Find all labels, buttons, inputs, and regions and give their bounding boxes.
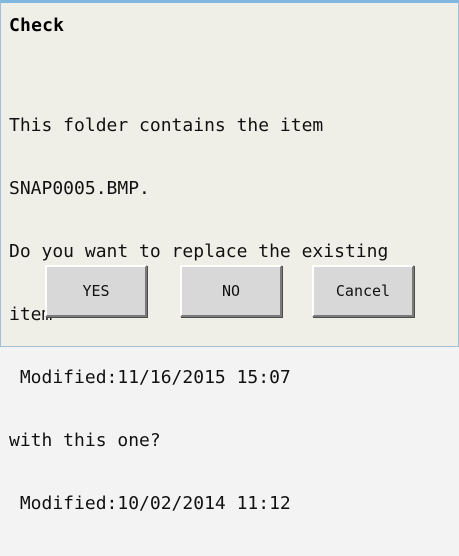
message-line-1: This folder contains the item [9,115,324,136]
message-line-2: SNAP0005.BMP. [9,178,150,199]
dialog-title: Check [9,15,65,36]
yes-button[interactable]: YES [45,265,147,317]
existing-modified-line: Modified:11/16/2015 15:07 [9,367,291,388]
message-line-6: with this one? [9,430,161,451]
new-modified-line: Modified:10/02/2014 11:12 [9,493,291,514]
no-button[interactable]: NO [180,265,282,317]
replace-file-dialog: Check This folder contains the item SNAP… [0,0,459,514]
message-line-3: Do you want to replace the existing [9,241,389,262]
cancel-button[interactable]: Cancel [312,265,414,317]
